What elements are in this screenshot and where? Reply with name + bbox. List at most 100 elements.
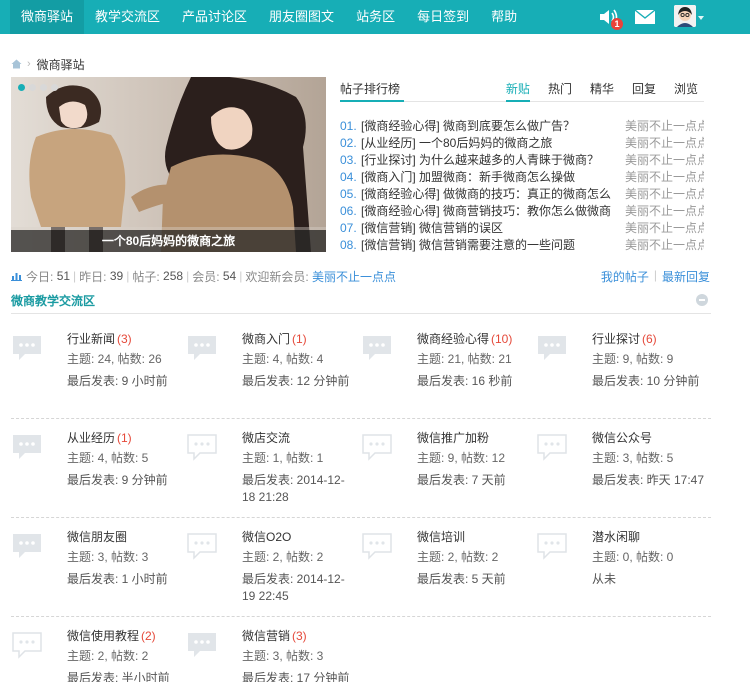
slide-dot[interactable]: [29, 84, 36, 91]
nav-item-product[interactable]: 产品讨论区: [171, 0, 258, 34]
banner-caption[interactable]: 一个80后妈妈的微商之旅: [11, 230, 326, 252]
forum-card[interactable]: 微信培训 主题: 2, 帖数: 2 最后发表: 5 天前: [361, 530, 536, 610]
forum-name-link[interactable]: 微信公众号: [592, 431, 652, 445]
slide-dot[interactable]: [18, 84, 25, 91]
user-menu-caret[interactable]: [698, 16, 704, 20]
post-author[interactable]: 美丽不止一点点: [625, 220, 704, 237]
slide-dot[interactable]: [40, 84, 47, 91]
tab-digest[interactable]: 精华: [590, 80, 614, 102]
forum-last-post[interactable]: 从未: [592, 571, 708, 588]
post-title-link[interactable]: [行业探讨] 为什么越来越多的人青睐于微商？: [361, 152, 625, 169]
stat-yesterday-value: 39: [109, 269, 124, 283]
list-item[interactable]: 08. [微信营销] 微信营销需要注意的一些问题 美丽不止一点点: [340, 237, 704, 254]
forum-card[interactable]: 从业经历 (1) 主题: 4, 帖数: 5 最后发表: 9 分钟前: [11, 431, 186, 511]
forum-card[interactable]: 微信使用教程 (2) 主题: 2, 帖数: 2 最后发表: 半小时前: [11, 629, 186, 682]
forum-name-link[interactable]: 行业探讨: [592, 332, 640, 346]
forum-card[interactable]: 微信公众号 主题: 3, 帖数: 5 最后发表: 昨天 17:47: [536, 431, 711, 511]
latest-replies-link[interactable]: 最新回复: [662, 268, 710, 284]
post-author[interactable]: 美丽不止一点点: [625, 118, 704, 135]
nav-item-weishang-station[interactable]: 微商驿站: [10, 0, 85, 34]
post-author[interactable]: 美丽不止一点点: [625, 237, 704, 254]
list-item[interactable]: 06. [微商经验心得] 微商营销技巧：教你怎么做微商 美丽不止一点点: [340, 203, 704, 220]
notification-button[interactable]: 1: [598, 7, 623, 30]
forum-last-post[interactable]: 最后发表: 17 分钟前: [242, 670, 358, 682]
forum-stats: 主题: 24, 帖数: 26: [67, 352, 162, 366]
slide-dot[interactable]: [51, 84, 58, 91]
forum-last-post[interactable]: 最后发表: 10 分钟前: [592, 373, 708, 390]
forum-name-link[interactable]: 微信培训: [417, 530, 465, 544]
tab-new[interactable]: 新贴: [505, 80, 530, 102]
nav-item-teaching[interactable]: 教学交流区: [84, 0, 171, 34]
nav-item-help[interactable]: 帮助: [480, 0, 528, 34]
new-member-link[interactable]: 美丽不止一点点: [312, 268, 396, 285]
forum-name-link[interactable]: 微信O2O: [242, 530, 291, 544]
list-item[interactable]: 03. [行业探讨] 为什么越来越多的人青睐于微商？ 美丽不止一点点: [340, 152, 704, 169]
nav-item-moments[interactable]: 朋友圈图文: [258, 0, 345, 34]
post-author[interactable]: 美丽不止一点点: [625, 152, 704, 169]
post-author[interactable]: 美丽不止一点点: [625, 186, 704, 203]
post-title-link[interactable]: [微商经验心得] 微商到底要怎么做广告？: [361, 118, 625, 135]
messages-button[interactable]: [634, 9, 656, 28]
post-author[interactable]: 美丽不止一点点: [625, 203, 704, 220]
forum-last-post[interactable]: 最后发表: 2014-12-19 22:45: [242, 571, 358, 605]
post-title-link[interactable]: [微商入门] 加盟微商：新手微商怎么操做: [361, 169, 625, 186]
list-item[interactable]: 01. [微商经验心得] 微商到底要怎么做广告？ 美丽不止一点点: [340, 118, 704, 135]
forum-last-post[interactable]: 最后发表: 16 秒前: [417, 373, 533, 390]
tab-hot[interactable]: 热门: [548, 80, 572, 102]
section-title[interactable]: 微商教学交流区: [11, 294, 95, 308]
forum-last-post[interactable]: 最后发表: 12 分钟前: [242, 373, 358, 390]
forum-stats: 主题: 4, 帖数: 5: [67, 451, 149, 465]
forum-name-link[interactable]: 微信使用教程: [67, 629, 139, 643]
tab-replies[interactable]: 回复: [632, 80, 656, 102]
post-title-link[interactable]: [微商经验心得] 做微商的技巧：真正的微商怎么: [361, 186, 625, 203]
post-title-link[interactable]: [微商经验心得] 微商营销技巧：教你怎么做微商: [361, 203, 625, 220]
forum-card[interactable]: 微商入门 (1) 主题: 4, 帖数: 4 最后发表: 12 分钟前: [186, 332, 361, 412]
nav-item-site-affairs[interactable]: 站务区: [345, 0, 406, 34]
forum-name-link[interactable]: 行业新闻: [67, 332, 115, 346]
my-posts-link[interactable]: 我的帖子: [601, 268, 649, 284]
post-title-link[interactable]: [从业经历] 一个80后妈妈的微商之旅: [361, 135, 625, 152]
forum-card[interactable]: 微商经验心得 (10) 主题: 21, 帖数: 21 最后发表: 16 秒前: [361, 332, 536, 412]
forum-name-link[interactable]: 潜水闲聊: [592, 530, 640, 544]
forum-card[interactable]: 微店交流 主题: 1, 帖数: 1 最后发表: 2014-12-18 21:28: [186, 431, 361, 511]
forum-name-link[interactable]: 微信推广加粉: [417, 431, 489, 445]
forum-name-link[interactable]: 微商入门: [242, 332, 290, 346]
forum-name-link[interactable]: 微商经验心得: [417, 332, 489, 346]
forum-card[interactable]: 微信O2O 主题: 2, 帖数: 2 最后发表: 2014-12-19 22:4…: [186, 530, 361, 610]
forum-last-post[interactable]: 最后发表: 2014-12-18 21:28: [242, 472, 358, 506]
forum-card[interactable]: 微信推广加粉 主题: 9, 帖数: 12 最后发表: 7 天前: [361, 431, 536, 511]
collapse-button[interactable]: [696, 294, 708, 306]
forum-last-post[interactable]: 最后发表: 9 小时前: [67, 373, 183, 390]
forum-last-post[interactable]: 最后发表: 9 分钟前: [67, 472, 183, 489]
forum-card[interactable]: 潜水闲聊 主题: 0, 帖数: 0 从未: [536, 530, 711, 610]
tab-views[interactable]: 浏览: [674, 80, 698, 102]
list-item[interactable]: 04. [微商入门] 加盟微商：新手微商怎么操做 美丽不止一点点: [340, 169, 704, 186]
nav-item-daily-signin[interactable]: 每日签到: [406, 0, 480, 34]
forum-card[interactable]: 行业新闻 (3) 主题: 24, 帖数: 26 最后发表: 9 小时前: [11, 332, 186, 412]
post-title-link[interactable]: [微信营销] 微信营销需要注意的一些问题: [361, 237, 625, 254]
forum-last-post[interactable]: 最后发表: 1 小时前: [67, 571, 183, 588]
banner-slideshow[interactable]: 一个80后妈妈的微商之旅: [11, 77, 326, 252]
post-title-link[interactable]: [微信营销] 微信营销的误区: [361, 220, 625, 237]
post-author[interactable]: 美丽不止一点点: [625, 135, 704, 152]
forum-last-post[interactable]: 最后发表: 昨天 17:47: [592, 472, 708, 489]
forum-name-link[interactable]: 微信朋友圈: [67, 530, 127, 544]
forum-card[interactable]: 微信朋友圈 主题: 3, 帖数: 3 最后发表: 1 小时前: [11, 530, 186, 610]
list-item[interactable]: 05. [微商经验心得] 做微商的技巧：真正的微商怎么 美丽不止一点点: [340, 186, 704, 203]
forum-last-post[interactable]: 最后发表: 半小时前: [67, 670, 183, 682]
home-icon[interactable]: [11, 59, 22, 69]
breadcrumb-current[interactable]: 微商驿站: [37, 56, 85, 73]
avatar[interactable]: [674, 5, 696, 27]
forum-last-post[interactable]: 最后发表: 7 天前: [417, 472, 533, 489]
rank-number: 06.: [340, 204, 357, 218]
forum-card[interactable]: 微信营销 (3) 主题: 3, 帖数: 3 最后发表: 17 分钟前: [186, 629, 361, 682]
forum-name-link[interactable]: 微店交流: [242, 431, 290, 445]
forum-name-link[interactable]: 从业经历: [67, 431, 115, 445]
post-author[interactable]: 美丽不止一点点: [625, 169, 704, 186]
list-item[interactable]: 07. [微信营销] 微信营销的误区 美丽不止一点点: [340, 220, 704, 237]
forum-last-post[interactable]: 最后发表: 5 天前: [417, 571, 533, 588]
list-item[interactable]: 02. [从业经历] 一个80后妈妈的微商之旅 美丽不止一点点: [340, 135, 704, 152]
forum-card[interactable]: 行业探讨 (6) 主题: 9, 帖数: 9 最后发表: 10 分钟前: [536, 332, 711, 412]
forum-name-link[interactable]: 微信营销: [242, 629, 290, 643]
forum-card-text: 微店交流 主题: 1, 帖数: 1 最后发表: 2014-12-18 21:28: [242, 431, 358, 506]
